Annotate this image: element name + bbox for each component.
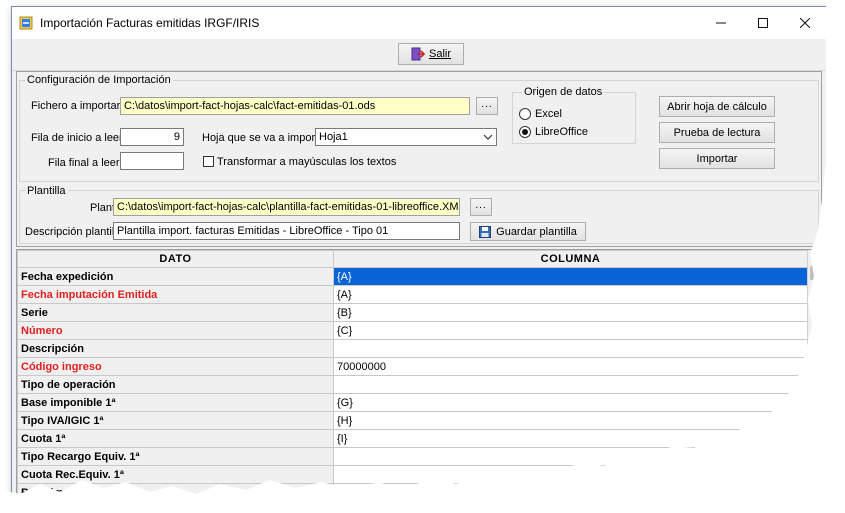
columna-cell[interactable]: 70000000 (333, 357, 808, 376)
plantilla-browse-button[interactable]: ... (470, 198, 492, 216)
guardar-plantilla-label: Guardar plantilla (496, 225, 577, 238)
app-icon (18, 15, 34, 31)
origen-label: Origen de datos (522, 86, 605, 98)
radio-excel[interactable] (519, 108, 531, 120)
columna-cell[interactable]: {H} (333, 411, 808, 430)
descripcion-label: Descripción plantilla (25, 226, 123, 238)
dato-cell: Tipo Recargo Equiv. 1ª (17, 447, 334, 466)
fichero-input[interactable]: C:\datos\import-fact-hojas-calc\fact-emi… (120, 97, 470, 115)
table-header-row: DATO COLUMNA (17, 250, 808, 268)
vertical-scrollbar[interactable] (807, 250, 821, 505)
dato-cell: Tipo IVA/IGIC 1ª (17, 411, 334, 430)
fichero-browse-button[interactable]: ... (476, 97, 498, 115)
dato-cell: Código ingreso (17, 357, 334, 376)
descripcion-input[interactable]: Plantilla import. facturas Emitidas - Li… (113, 222, 460, 240)
dato-cell: Descripción (17, 339, 334, 358)
dato-cell: Tipo de operación (17, 375, 334, 394)
guardar-plantilla-button[interactable]: Guardar plantilla (470, 222, 586, 241)
toolbar: Salir (12, 39, 826, 71)
table-row[interactable]: Serie {B} (17, 303, 808, 322)
prueba-lectura-label: Prueba de lectura (673, 126, 761, 139)
columna-cell[interactable]: {C} (333, 321, 808, 340)
salir-label: Salir (428, 48, 451, 60)
plantilla-group-label: Plantilla (25, 185, 68, 197)
columna-cell[interactable]: {A} (333, 267, 808, 286)
hoja-select[interactable]: Hoja1 (315, 128, 497, 146)
abrir-hoja-button[interactable]: Abrir hoja de cálculo (659, 96, 775, 117)
table-row[interactable]: Número {C} (17, 321, 808, 340)
columna-cell[interactable] (333, 447, 808, 466)
prueba-lectura-button[interactable]: Prueba de lectura (659, 122, 775, 143)
transformar-label: Transformar a mayúsculas los textos (217, 156, 397, 168)
table-row[interactable]: Descripción (17, 339, 808, 358)
hoja-select-value: Hoja1 (319, 131, 348, 143)
dato-cell: Fecha imputación Emitida (17, 285, 334, 304)
header-columna: COLUMNA (333, 250, 808, 268)
table-row[interactable]: Fecha expedición {A} (17, 267, 808, 286)
columna-cell[interactable]: {B} (333, 303, 808, 322)
table-row[interactable]: Tipo IVA/IGIC 1ª {H} (17, 411, 808, 430)
title-bar: Importación Facturas emitidas IRGF/IRIS (12, 7, 826, 39)
columna-cell[interactable] (333, 465, 808, 484)
window-title: Importación Facturas emitidas IRGF/IRIS (40, 16, 260, 30)
dato-cell: Base imponible 1ª (17, 393, 334, 412)
close-button[interactable] (784, 7, 826, 39)
table-row[interactable]: Tipo de operación (17, 375, 808, 394)
dato-cell: Base imponible 2ª (17, 483, 334, 502)
fila-final-input[interactable] (120, 152, 184, 170)
plantilla-input[interactable]: C:\datos\import-fact-hojas-calc\plantill… (113, 198, 460, 216)
fila-final-label: Fila final a leer: (48, 157, 123, 169)
fila-inicio-label: Fila de inicio a leer: (31, 132, 126, 144)
columna-cell[interactable] (333, 483, 808, 502)
minimize-button[interactable] (700, 7, 742, 39)
fichero-label: Fichero a importar: (31, 100, 124, 112)
header-dato: DATO (17, 250, 334, 268)
scroll-up-icon[interactable] (810, 252, 819, 261)
fila-inicio-input[interactable]: 9 (120, 128, 184, 146)
maximize-button[interactable] (742, 7, 784, 39)
salir-button[interactable]: Salir (398, 43, 464, 65)
save-icon (479, 225, 492, 238)
columna-cell[interactable]: {I} (333, 429, 808, 448)
table-row[interactable]: Cuota 1ª {I} (17, 429, 808, 448)
table-row[interactable]: Base imponible 2ª (17, 483, 808, 502)
dato-cell: Número (17, 321, 334, 340)
config-group-label: Configuración de Importación (25, 74, 173, 86)
hoja-label: Hoja que se va a importar (202, 132, 328, 144)
columna-cell[interactable]: {A} (333, 285, 808, 304)
radio-libreoffice[interactable] (519, 126, 531, 138)
mapping-table: DATO COLUMNA Fecha expedición {A} Fecha im… (17, 250, 808, 502)
table-row[interactable]: Cuota Rec.Equiv. 1ª (17, 465, 808, 484)
chevron-down-icon (483, 132, 493, 142)
radio-libreoffice-label: LibreOffice (535, 126, 588, 138)
importar-button[interactable]: Importar (659, 148, 775, 169)
dato-cell: Fecha expedición (17, 267, 334, 286)
transformar-checkbox[interactable] (203, 156, 214, 167)
exit-icon (411, 47, 425, 61)
columna-cell[interactable] (333, 339, 808, 358)
table-row[interactable]: Tipo Recargo Equiv. 1ª (17, 447, 808, 466)
import-window: Importación Facturas emitidas IRGF/IRIS … (11, 6, 827, 506)
table-row[interactable]: Base imponible 1ª {G} (17, 393, 808, 412)
abrir-hoja-label: Abrir hoja de cálculo (667, 100, 767, 113)
columna-cell[interactable]: {G} (333, 393, 808, 412)
table-row[interactable]: Código ingreso 70000000 (17, 357, 808, 376)
columna-cell[interactable] (333, 375, 808, 394)
config-panel: Configuración de Importación Fichero a i… (16, 71, 822, 247)
radio-excel-label: Excel (535, 108, 562, 120)
importar-label: Importar (696, 152, 738, 165)
dato-cell: Cuota 1ª (17, 429, 334, 448)
scrollbar-thumb[interactable] (810, 266, 819, 280)
dato-cell: Cuota Rec.Equiv. 1ª (17, 465, 334, 484)
dato-cell: Serie (17, 303, 334, 322)
table-row[interactable]: Fecha imputación Emitida {A} (17, 285, 808, 304)
mapping-grid: DATO COLUMNA Fecha expedición {A} Fecha im… (16, 249, 822, 505)
